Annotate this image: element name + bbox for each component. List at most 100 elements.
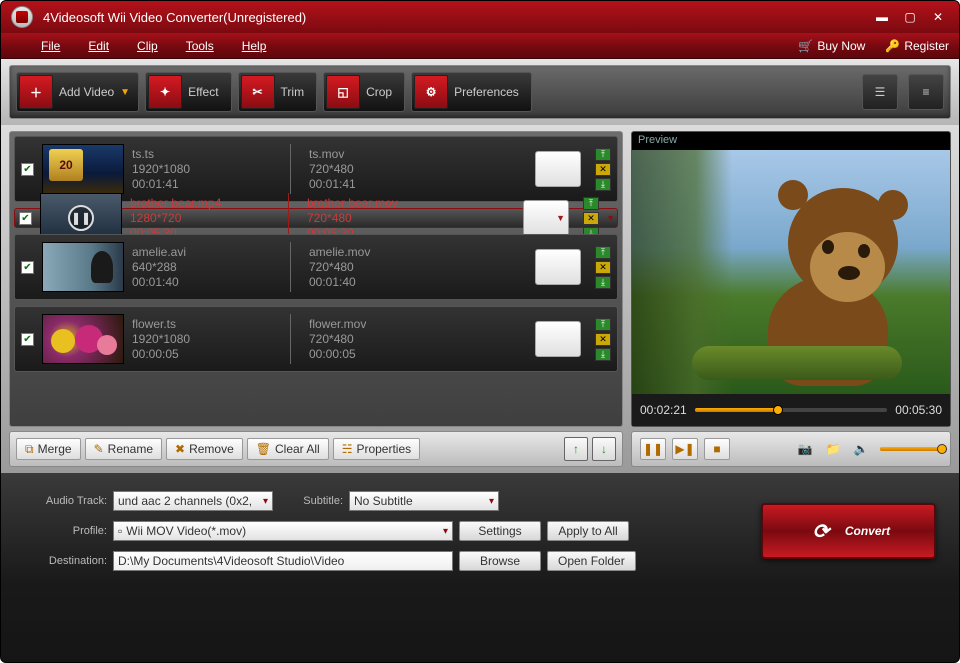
volume-icon[interactable]: 🔈	[850, 438, 872, 460]
wii-icon: ▫	[118, 524, 122, 538]
add-video-icon: ＋	[19, 75, 53, 109]
subtitle-select[interactable]: No Subtitle	[349, 491, 499, 511]
close-button[interactable]: ✕	[927, 9, 949, 25]
file-name: flower.ts	[132, 317, 282, 332]
seek-thumb[interactable]	[773, 405, 783, 415]
clear-all-button[interactable]: 🗑Clear All	[247, 438, 329, 460]
row-checkbox[interactable]: ✔	[21, 261, 34, 274]
out-dur: 00:01:40	[309, 275, 449, 290]
title-bar: 4Videosoft Wii Video Converter(Unregiste…	[1, 1, 959, 33]
row-checkbox[interactable]: ✔	[21, 163, 34, 176]
bottom-panel: Audio Track: und aac 2 channels (0x2, Su…	[1, 473, 959, 581]
menu-edit[interactable]: Edit	[88, 39, 109, 53]
destination-field[interactable]: D:\My Documents\4Videosoft Studio\Video	[113, 551, 453, 571]
merge-icon: ⧉	[25, 442, 34, 457]
menu-tools[interactable]: Tools	[186, 39, 214, 53]
file-dur: 00:01:40	[132, 275, 282, 290]
middle-area: ✔ 20 ts.ts 1920*1080 00:01:41 ts.mov 720…	[9, 131, 951, 427]
device-icon[interactable]	[535, 249, 581, 285]
subtitle-label: Subtitle:	[279, 495, 343, 507]
volume-thumb[interactable]	[937, 444, 947, 454]
out-res: 720*480	[309, 332, 449, 347]
preview-viewport[interactable]	[632, 150, 950, 394]
buy-now-link[interactable]: 🛒Buy Now	[798, 39, 865, 53]
thumbnail[interactable]	[42, 242, 124, 292]
file-name: brother bear.mp4	[130, 196, 280, 211]
file-res: 1920*1080	[132, 162, 282, 177]
remove-button[interactable]: ✖Remove	[166, 438, 243, 460]
rename-button[interactable]: ✎Rename	[85, 438, 162, 460]
row-checkbox[interactable]: ✔	[21, 333, 34, 346]
player-controls: ❚❚ ▶❚ ■ 📷 📁 🔈	[631, 431, 951, 467]
row-remove-button[interactable]: ✕	[595, 261, 611, 274]
merge-button[interactable]: ⧉Merge	[16, 438, 81, 460]
out-dur: 00:01:41	[309, 177, 449, 192]
seek-track[interactable]	[695, 408, 888, 412]
device-dropdown[interactable]: ▼	[523, 200, 569, 236]
out-name: flower.mov	[309, 317, 449, 332]
row-bottom-button[interactable]: ⤓	[595, 178, 611, 191]
browse-button[interactable]: Browse	[459, 551, 541, 571]
trim-button[interactable]: ✂ Trim	[238, 72, 318, 112]
maximize-button[interactable]: ▢	[899, 9, 921, 25]
apply-all-button[interactable]: Apply to All	[547, 521, 629, 541]
file-row[interactable]: ✔ amelie.avi 640*288 00:01:40 amelie.mov…	[14, 234, 618, 300]
device-icon[interactable]	[535, 151, 581, 187]
row-top-button[interactable]: ⤒	[595, 148, 611, 161]
row-checkbox[interactable]: ✔	[19, 212, 32, 225]
audio-track-label: Audio Track:	[19, 495, 107, 507]
menu-clip[interactable]: Clip	[137, 39, 158, 53]
minimize-button[interactable]: ▬	[871, 9, 893, 25]
preview-label: Preview	[632, 132, 950, 150]
snapshot-button[interactable]: 📷	[794, 438, 816, 460]
volume-slider[interactable]	[880, 447, 942, 451]
file-row[interactable]: ✔ flower.ts 1920*1080 00:00:05 flower.mo…	[14, 306, 618, 372]
add-video-dropdown-icon[interactable]: ▼	[120, 87, 130, 98]
thumbnail[interactable]: 20	[42, 144, 124, 194]
step-button[interactable]: ▶❚	[672, 438, 698, 460]
move-down-button[interactable]: ↓	[592, 437, 616, 461]
file-row[interactable]: ✔ ❚❚ brother bear.mp4 1280*720 00:05:30 …	[14, 208, 618, 228]
list-actions-row: ⧉Merge ✎Rename ✖Remove 🗑Clear All ☵Prope…	[9, 431, 951, 467]
add-video-button[interactable]: ＋ Add Video ▼	[16, 72, 139, 112]
row-top-button[interactable]: ⤒	[583, 197, 599, 210]
pause-button[interactable]: ❚❚	[640, 438, 666, 460]
grid-view-button[interactable]: ≡	[908, 74, 944, 110]
audio-track-select[interactable]: und aac 2 channels (0x2,	[113, 491, 273, 511]
list-actions: ⧉Merge ✎Rename ✖Remove 🗑Clear All ☵Prope…	[9, 431, 623, 467]
list-view-button[interactable]: ☰	[862, 74, 898, 110]
properties-button[interactable]: ☵Properties	[333, 438, 420, 460]
profile-select[interactable]: ▫Wii MOV Video(*.mov)	[113, 521, 453, 541]
row-bottom-button[interactable]: ⤓	[595, 348, 611, 361]
crop-icon: ◱	[326, 75, 360, 109]
row-bottom-button[interactable]: ⤓	[595, 276, 611, 289]
effect-button[interactable]: ✦ Effect	[145, 72, 231, 112]
settings-button[interactable]: Settings	[459, 521, 541, 541]
stop-button[interactable]: ■	[704, 438, 730, 460]
row-remove-button[interactable]: ✕	[595, 163, 611, 176]
thumbnail[interactable]	[42, 314, 124, 364]
arrow-down-icon: ↓	[601, 442, 607, 456]
row-remove-button[interactable]: ✕	[595, 333, 611, 346]
row-top-button[interactable]: ⤒	[595, 246, 611, 259]
file-dur: 00:01:41	[132, 177, 282, 192]
cart-icon: 🛒	[798, 39, 813, 53]
menu-help[interactable]: Help	[242, 39, 267, 53]
device-icon[interactable]	[535, 321, 581, 357]
crop-button[interactable]: ◱ Crop	[323, 72, 405, 112]
open-folder-button[interactable]: Open Folder	[547, 551, 636, 571]
window-title: 4Videosoft Wii Video Converter(Unregiste…	[43, 10, 865, 25]
row-remove-button[interactable]: ✕	[583, 212, 599, 225]
settings-form: Audio Track: und aac 2 channels (0x2, Su…	[19, 491, 736, 571]
toolbar: ＋ Add Video ▼ ✦ Effect ✂ Trim ◱ Crop ⚙ P…	[9, 65, 951, 119]
snapshot-folder-button[interactable]: 📁	[822, 438, 844, 460]
register-link[interactable]: 🔑Register	[885, 39, 949, 53]
convert-button[interactable]: ⟳ Convert	[761, 503, 936, 559]
move-up-button[interactable]: ↑	[564, 437, 588, 461]
out-name: amelie.mov	[309, 245, 449, 260]
out-res: 720*480	[309, 260, 449, 275]
preferences-button[interactable]: ⚙ Preferences	[411, 72, 532, 112]
menu-file[interactable]: File	[41, 39, 60, 53]
trash-icon: 🗑	[256, 442, 271, 456]
row-top-button[interactable]: ⤒	[595, 318, 611, 331]
